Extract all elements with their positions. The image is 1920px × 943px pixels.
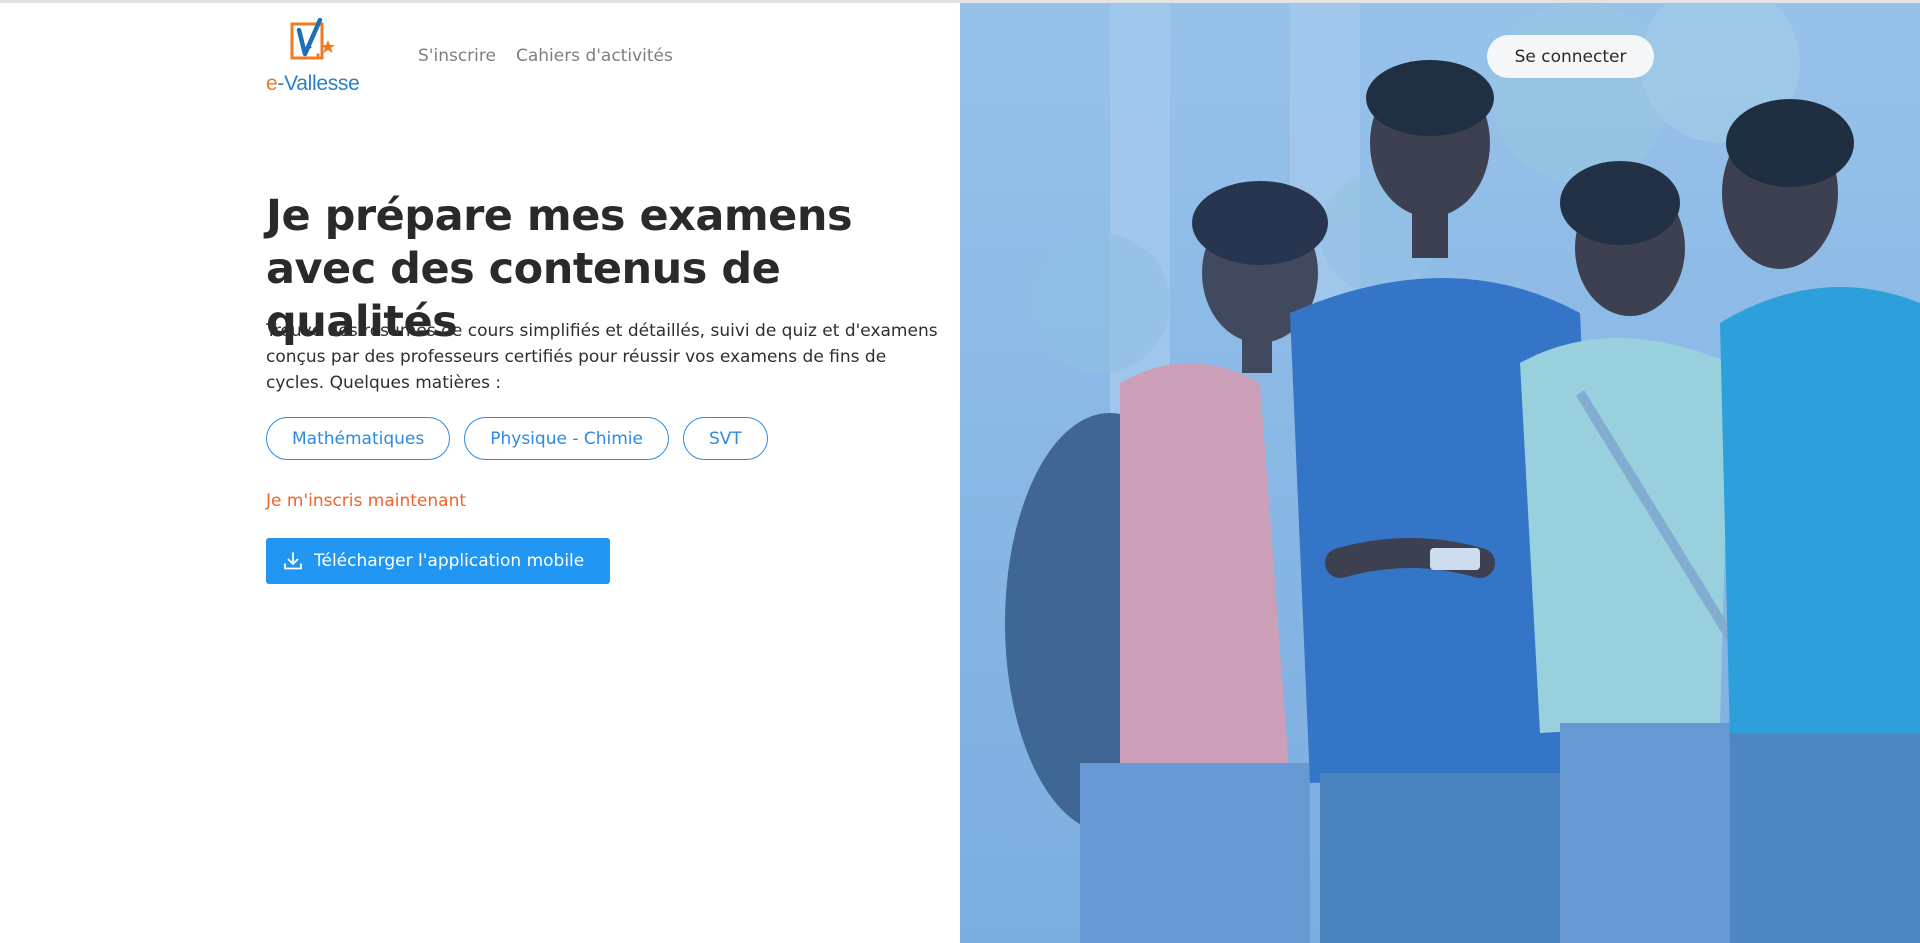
- main-nav: S'inscrire Cahiers d'activités: [418, 46, 673, 66]
- subject-tag-mathematiques[interactable]: Mathématiques: [266, 417, 451, 460]
- logo-mark-icon: [290, 18, 335, 60]
- download-app-label: Télécharger l'application mobile: [314, 551, 585, 571]
- students-photo-illustration: [960, 3, 1920, 943]
- hero-photo: [960, 3, 1920, 943]
- logo-prefix: e: [266, 72, 278, 95]
- download-icon: [284, 552, 302, 570]
- signup-now-link[interactable]: Je m'inscris maintenant: [266, 491, 466, 511]
- logo[interactable]: e-Vallesse: [266, 18, 360, 96]
- subject-tag-physique-chimie[interactable]: Physique - Chimie: [464, 417, 669, 460]
- nav-item-sinscrire[interactable]: S'inscrire: [418, 46, 496, 66]
- subject-tag-svt[interactable]: SVT: [682, 417, 768, 460]
- hero-description: Trouve des résumés de cours simplifiés e…: [266, 321, 938, 393]
- logo-name: -Vallesse: [277, 72, 360, 95]
- subject-tags: Mathématiques Physique - Chimie SVT: [266, 417, 768, 460]
- download-app-button[interactable]: Télécharger l'application mobile: [266, 538, 610, 584]
- login-button[interactable]: Se connecter: [1487, 35, 1654, 78]
- logo-wordmark: e-Vallesse: [266, 72, 360, 96]
- nav-item-cahiers-activites[interactable]: Cahiers d'activités: [516, 46, 673, 66]
